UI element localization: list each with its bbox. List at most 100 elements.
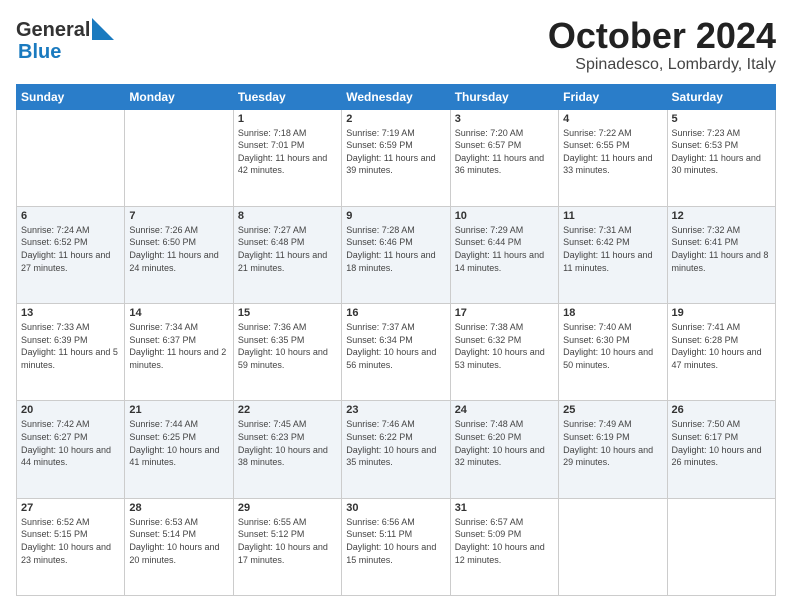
day-number: 24	[455, 404, 554, 416]
day-number: 15	[238, 307, 337, 319]
day-number: 22	[238, 404, 337, 416]
day-content: Sunrise: 7:18 AM Sunset: 7:01 PM Dayligh…	[238, 127, 337, 177]
day-content: Sunrise: 7:32 AM Sunset: 6:41 PM Dayligh…	[672, 224, 771, 274]
calendar-cell: 3 Sunrise: 7:20 AM Sunset: 6:57 PM Daylig…	[450, 109, 558, 206]
day-number: 7	[129, 210, 228, 222]
day-content: Sunrise: 7:37 AM Sunset: 6:34 PM Dayligh…	[346, 321, 445, 371]
day-number: 21	[129, 404, 228, 416]
calendar-cell: 2Sunrise: 7:19 AM Sunset: 6:59 PM Daylig…	[342, 109, 450, 206]
day-content: Sunrise: 6:56 AM Sunset: 5:11 PM Dayligh…	[346, 516, 445, 566]
logo-general: General	[16, 19, 90, 42]
calendar-week-row: 13 Sunrise: 7:33 AM Sunset: 6:39 PM Dayli…	[17, 304, 776, 401]
column-header-sunday: Sunday	[17, 84, 125, 109]
calendar-cell: 7 Sunrise: 7:26 AM Sunset: 6:50 PM Daylig…	[125, 206, 233, 303]
day-number: 14	[129, 307, 228, 319]
day-number: 1	[238, 113, 337, 125]
logo-blue: Blue	[18, 41, 61, 64]
calendar-header-row: SundayMondayTuesdayWednesdayThursdayFrid…	[17, 84, 776, 109]
logo: General Blue	[16, 16, 114, 64]
calendar-cell: 13 Sunrise: 7:33 AM Sunset: 6:39 PM Dayli…	[17, 304, 125, 401]
calendar-cell	[559, 498, 667, 595]
day-number: 23	[346, 404, 445, 416]
calendar-cell: 4 Sunrise: 7:22 AM Sunset: 6:55 PM Daylig…	[559, 109, 667, 206]
location: Spinadesco, Lombardy, Italy	[548, 56, 776, 74]
calendar-week-row: 6 Sunrise: 7:24 AM Sunset: 6:52 PM Daylig…	[17, 206, 776, 303]
day-content: Sunrise: 7:33 AM Sunset: 6:39 PM Dayligh…	[21, 321, 120, 371]
calendar-cell: 19Sunrise: 7:41 AM Sunset: 6:28 PM Dayli…	[667, 304, 775, 401]
calendar-cell: 20 Sunrise: 7:42 AM Sunset: 6:27 PM Dayli…	[17, 401, 125, 498]
calendar-cell: 16 Sunrise: 7:37 AM Sunset: 6:34 PM Dayli…	[342, 304, 450, 401]
day-number: 12	[672, 210, 771, 222]
column-header-friday: Friday	[559, 84, 667, 109]
day-content: Sunrise: 7:40 AM Sunset: 6:30 PM Dayligh…	[563, 321, 662, 371]
day-content: Sunrise: 7:42 AM Sunset: 6:27 PM Dayligh…	[21, 418, 120, 468]
column-header-monday: Monday	[125, 84, 233, 109]
day-number: 27	[21, 502, 120, 514]
calendar-cell: 12 Sunrise: 7:32 AM Sunset: 6:41 PM Dayli…	[667, 206, 775, 303]
calendar-cell: 9 Sunrise: 7:28 AM Sunset: 6:46 PM Daylig…	[342, 206, 450, 303]
calendar-cell: 18 Sunrise: 7:40 AM Sunset: 6:30 PM Dayli…	[559, 304, 667, 401]
calendar-week-row: 20 Sunrise: 7:42 AM Sunset: 6:27 PM Dayli…	[17, 401, 776, 498]
day-number: 16	[346, 307, 445, 319]
day-content: Sunrise: 7:28 AM Sunset: 6:46 PM Dayligh…	[346, 224, 445, 274]
column-header-wednesday: Wednesday	[342, 84, 450, 109]
day-content: Sunrise: 7:31 AM Sunset: 6:42 PM Dayligh…	[563, 224, 662, 274]
day-number: 9	[346, 210, 445, 222]
column-header-saturday: Saturday	[667, 84, 775, 109]
day-content: Sunrise: 7:36 AM Sunset: 6:35 PM Dayligh…	[238, 321, 337, 371]
calendar-cell: 17 Sunrise: 7:38 AM Sunset: 6:32 PM Dayli…	[450, 304, 558, 401]
month-title: October 2024	[548, 16, 776, 56]
day-content: Sunrise: 7:22 AM Sunset: 6:55 PM Dayligh…	[563, 127, 662, 177]
day-number: 20	[21, 404, 120, 416]
day-number: 18	[563, 307, 662, 319]
day-content: Sunrise: 7:27 AM Sunset: 6:48 PM Dayligh…	[238, 224, 337, 274]
calendar-cell: 14 Sunrise: 7:34 AM Sunset: 6:37 PM Dayli…	[125, 304, 233, 401]
calendar-cell: 27Sunrise: 6:52 AM Sunset: 5:15 PM Dayli…	[17, 498, 125, 595]
calendar-week-row: 27Sunrise: 6:52 AM Sunset: 5:15 PM Dayli…	[17, 498, 776, 595]
calendar-cell: 1 Sunrise: 7:18 AM Sunset: 7:01 PM Daylig…	[233, 109, 341, 206]
day-content: Sunrise: 7:48 AM Sunset: 6:20 PM Dayligh…	[455, 418, 554, 468]
day-number: 26	[672, 404, 771, 416]
calendar-cell: 22Sunrise: 7:45 AM Sunset: 6:23 PM Dayli…	[233, 401, 341, 498]
day-content: Sunrise: 7:29 AM Sunset: 6:44 PM Dayligh…	[455, 224, 554, 274]
day-content: Sunrise: 7:50 AM Sunset: 6:17 PM Dayligh…	[672, 418, 771, 468]
calendar-cell: 10 Sunrise: 7:29 AM Sunset: 6:44 PM Dayli…	[450, 206, 558, 303]
day-content: Sunrise: 7:23 AM Sunset: 6:53 PM Dayligh…	[672, 127, 771, 177]
day-number: 17	[455, 307, 554, 319]
day-number: 13	[21, 307, 120, 319]
day-content: Sunrise: 7:24 AM Sunset: 6:52 PM Dayligh…	[21, 224, 120, 274]
day-number: 29	[238, 502, 337, 514]
calendar-cell	[125, 109, 233, 206]
calendar-cell: 5Sunrise: 7:23 AM Sunset: 6:53 PM Daylig…	[667, 109, 775, 206]
calendar-cell: 8Sunrise: 7:27 AM Sunset: 6:48 PM Daylig…	[233, 206, 341, 303]
calendar-cell: 21 Sunrise: 7:44 AM Sunset: 6:25 PM Dayli…	[125, 401, 233, 498]
day-number: 3	[455, 113, 554, 125]
day-number: 28	[129, 502, 228, 514]
day-content: Sunrise: 7:20 AM Sunset: 6:57 PM Dayligh…	[455, 127, 554, 177]
day-content: Sunrise: 7:26 AM Sunset: 6:50 PM Dayligh…	[129, 224, 228, 274]
day-number: 31	[455, 502, 554, 514]
calendar-cell: 26 Sunrise: 7:50 AM Sunset: 6:17 PM Dayli…	[667, 401, 775, 498]
column-header-thursday: Thursday	[450, 84, 558, 109]
calendar-table: SundayMondayTuesdayWednesdayThursdayFrid…	[16, 84, 776, 596]
day-number: 19	[672, 307, 771, 319]
day-number: 10	[455, 210, 554, 222]
day-content: Sunrise: 7:46 AM Sunset: 6:22 PM Dayligh…	[346, 418, 445, 468]
calendar-cell	[17, 109, 125, 206]
day-content: Sunrise: 7:34 AM Sunset: 6:37 PM Dayligh…	[129, 321, 228, 371]
calendar-cell	[667, 498, 775, 595]
calendar-cell: 30 Sunrise: 6:56 AM Sunset: 5:11 PM Dayli…	[342, 498, 450, 595]
calendar-cell: 31Sunrise: 6:57 AM Sunset: 5:09 PM Dayli…	[450, 498, 558, 595]
calendar-cell: 24 Sunrise: 7:48 AM Sunset: 6:20 PM Dayli…	[450, 401, 558, 498]
day-number: 2	[346, 113, 445, 125]
day-content: Sunrise: 7:44 AM Sunset: 6:25 PM Dayligh…	[129, 418, 228, 468]
logo-arrow-icon	[92, 18, 114, 40]
calendar-cell: 23 Sunrise: 7:46 AM Sunset: 6:22 PM Dayli…	[342, 401, 450, 498]
day-number: 6	[21, 210, 120, 222]
day-number: 25	[563, 404, 662, 416]
calendar-cell: 15 Sunrise: 7:36 AM Sunset: 6:35 PM Dayli…	[233, 304, 341, 401]
day-number: 30	[346, 502, 445, 514]
calendar-cell: 28Sunrise: 6:53 AM Sunset: 5:14 PM Dayli…	[125, 498, 233, 595]
day-content: Sunrise: 7:38 AM Sunset: 6:32 PM Dayligh…	[455, 321, 554, 371]
day-number: 4	[563, 113, 662, 125]
